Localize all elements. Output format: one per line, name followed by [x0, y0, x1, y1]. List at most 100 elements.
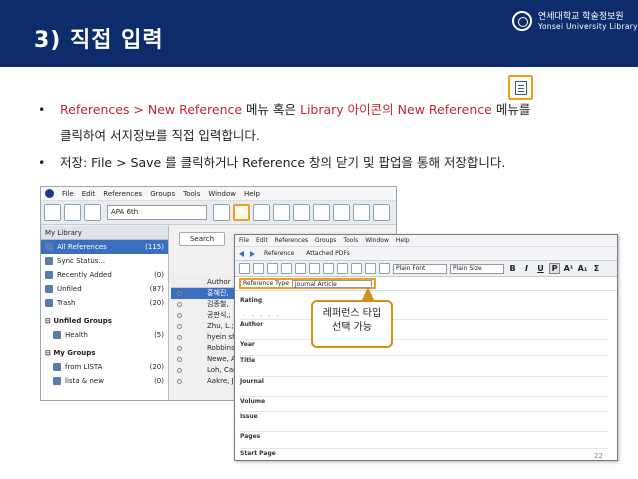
import-icon[interactable]	[293, 204, 310, 221]
menu-window[interactable]: Window	[208, 190, 236, 198]
symbol-button[interactable]: Σ	[591, 264, 602, 273]
sync-icon[interactable]	[333, 204, 350, 221]
collapse-icon: ⊟	[45, 349, 54, 357]
toolbar-icon[interactable]	[379, 263, 390, 274]
page-number: 22	[594, 452, 603, 460]
toolbar-icon[interactable]	[253, 263, 264, 274]
toolbar-icon[interactable]	[281, 263, 292, 274]
library-icon	[45, 243, 53, 251]
italic-button[interactable]: I	[521, 264, 532, 273]
bullet-dot: •	[38, 102, 46, 117]
group-recently-added[interactable]: Recently Added (0)	[41, 268, 168, 282]
export-icon[interactable]	[313, 204, 330, 221]
group-trash[interactable]: Trash (20)	[41, 296, 168, 310]
menu-tools[interactable]: Tools	[183, 190, 200, 198]
menu-tools[interactable]: Tools	[343, 237, 358, 244]
text-icon-of: 아이콘의	[343, 102, 398, 117]
local-library-icon[interactable]	[44, 204, 61, 221]
menu-references[interactable]: References	[275, 237, 308, 244]
online-search-icon[interactable]	[64, 204, 81, 221]
menu-file[interactable]: File	[62, 190, 74, 198]
open-file-icon[interactable]	[373, 204, 390, 221]
field-divider	[239, 376, 609, 377]
folder-icon	[53, 363, 61, 371]
menu-edit[interactable]: Edit	[256, 237, 268, 244]
new-reference-icon	[514, 80, 527, 95]
field-volume-label: Volume	[240, 398, 266, 405]
unfiled-groups-header[interactable]: ⊟ Unfiled Groups	[41, 314, 168, 328]
open-link-icon[interactable]	[353, 204, 370, 221]
field-start-page-label: Start Page	[240, 450, 276, 457]
new-reference-button[interactable]	[233, 204, 250, 221]
bullet-new-reference: • References > New Reference 메뉴 혹은 Libra…	[38, 100, 598, 146]
callout-line2: 선택 가능	[332, 322, 372, 333]
menu-edit[interactable]: Edit	[82, 190, 96, 198]
bold-button[interactable]: B	[507, 264, 518, 273]
university-name-en: Yonsei University Library	[538, 22, 638, 31]
collapse-icon: ⊟	[45, 317, 54, 325]
plain-button[interactable]: P	[549, 263, 560, 274]
find-full-text-icon[interactable]	[273, 204, 290, 221]
toolbar-icon[interactable]	[351, 263, 362, 274]
menu-help[interactable]: Help	[396, 237, 410, 244]
field-divider	[239, 339, 609, 340]
menu-groups[interactable]: Groups	[315, 237, 336, 244]
field-year-label: Year	[240, 341, 255, 348]
toolbar-icon[interactable]	[337, 263, 348, 274]
search-button[interactable]: Search	[179, 232, 225, 246]
back-arrow-icon[interactable]	[239, 250, 244, 257]
text-menu: 메뉴를	[491, 102, 531, 117]
group-sync-status[interactable]: Sync Status...	[41, 254, 168, 268]
toolbar-icon[interactable]	[309, 263, 320, 274]
reference-type-row: Reference Type Journal Article	[235, 277, 617, 291]
new-reference-window: File Edit References Groups Tools Window…	[234, 234, 618, 461]
group-lista-new[interactable]: lista & new (0)	[41, 374, 168, 388]
toolbar-icon[interactable]	[365, 263, 376, 274]
my-groups-header[interactable]: ⊟ My Groups	[41, 346, 168, 360]
text-menu-path: References > New Reference	[60, 102, 243, 117]
menu-groups[interactable]: Groups	[150, 190, 175, 198]
online-search-button[interactable]	[253, 204, 270, 221]
groups-pane: My Library All References (115) Sync Stat…	[41, 226, 169, 400]
group-all-references[interactable]: All References (115)	[41, 240, 168, 254]
forward-arrow-icon[interactable]	[250, 250, 255, 257]
menu-references[interactable]: References	[103, 190, 142, 198]
output-style-select[interactable]: APA 6th	[107, 205, 207, 220]
size-select[interactable]: Plain Size	[450, 263, 504, 274]
insert-citation-icon[interactable]	[213, 204, 230, 221]
reference-type-callout: 레퍼런스 타입 선택 가능	[311, 300, 393, 348]
group-from-lista[interactable]: from LISTA (20)	[41, 360, 168, 374]
reference-type-select[interactable]: Journal Article	[291, 279, 372, 288]
font-select[interactable]: Plain Font	[393, 263, 447, 274]
reference-type-label: Reference Type	[243, 280, 289, 287]
toolbar-icon[interactable]	[323, 263, 334, 274]
field-pages-label: Pages	[240, 433, 261, 440]
university-seal-icon	[512, 11, 532, 31]
text-new-reference: New Reference	[397, 102, 492, 117]
unfiled-icon	[45, 285, 53, 293]
underline-button[interactable]: U	[535, 264, 546, 273]
toolbar-icon[interactable]	[239, 263, 250, 274]
subscript-button[interactable]: A₁	[577, 264, 588, 273]
group-health[interactable]: Health (5)	[41, 328, 168, 342]
reference-type-highlight: Reference Type Journal Article	[239, 278, 376, 289]
toolbar-icon[interactable]	[267, 263, 278, 274]
bullet-line2: 클릭하여 서지정보를 직접 입력합니다.	[60, 128, 260, 143]
tab-reference[interactable]: Reference	[261, 249, 297, 258]
sync-icon	[45, 257, 53, 265]
menu-file[interactable]: File	[239, 237, 249, 244]
field-rating-label: Rating	[240, 297, 263, 304]
new-reference-icon-highlight	[508, 75, 533, 100]
menu-window[interactable]: Window	[365, 237, 389, 244]
field-issue-label: Issue	[240, 413, 258, 420]
group-unfiled[interactable]: Unfiled (87)	[41, 282, 168, 296]
integrated-library-icon[interactable]	[84, 204, 101, 221]
field-divider	[239, 448, 609, 449]
callout-pointer	[362, 287, 374, 300]
field-title-label: Title	[240, 357, 256, 364]
toolbar-icon[interactable]	[295, 263, 306, 274]
superscript-button[interactable]: A¹	[563, 264, 574, 273]
menu-help[interactable]: Help	[244, 190, 260, 198]
tab-attached-pdfs[interactable]: Attached PDFs	[303, 249, 353, 258]
bullet-dot: •	[38, 155, 46, 170]
